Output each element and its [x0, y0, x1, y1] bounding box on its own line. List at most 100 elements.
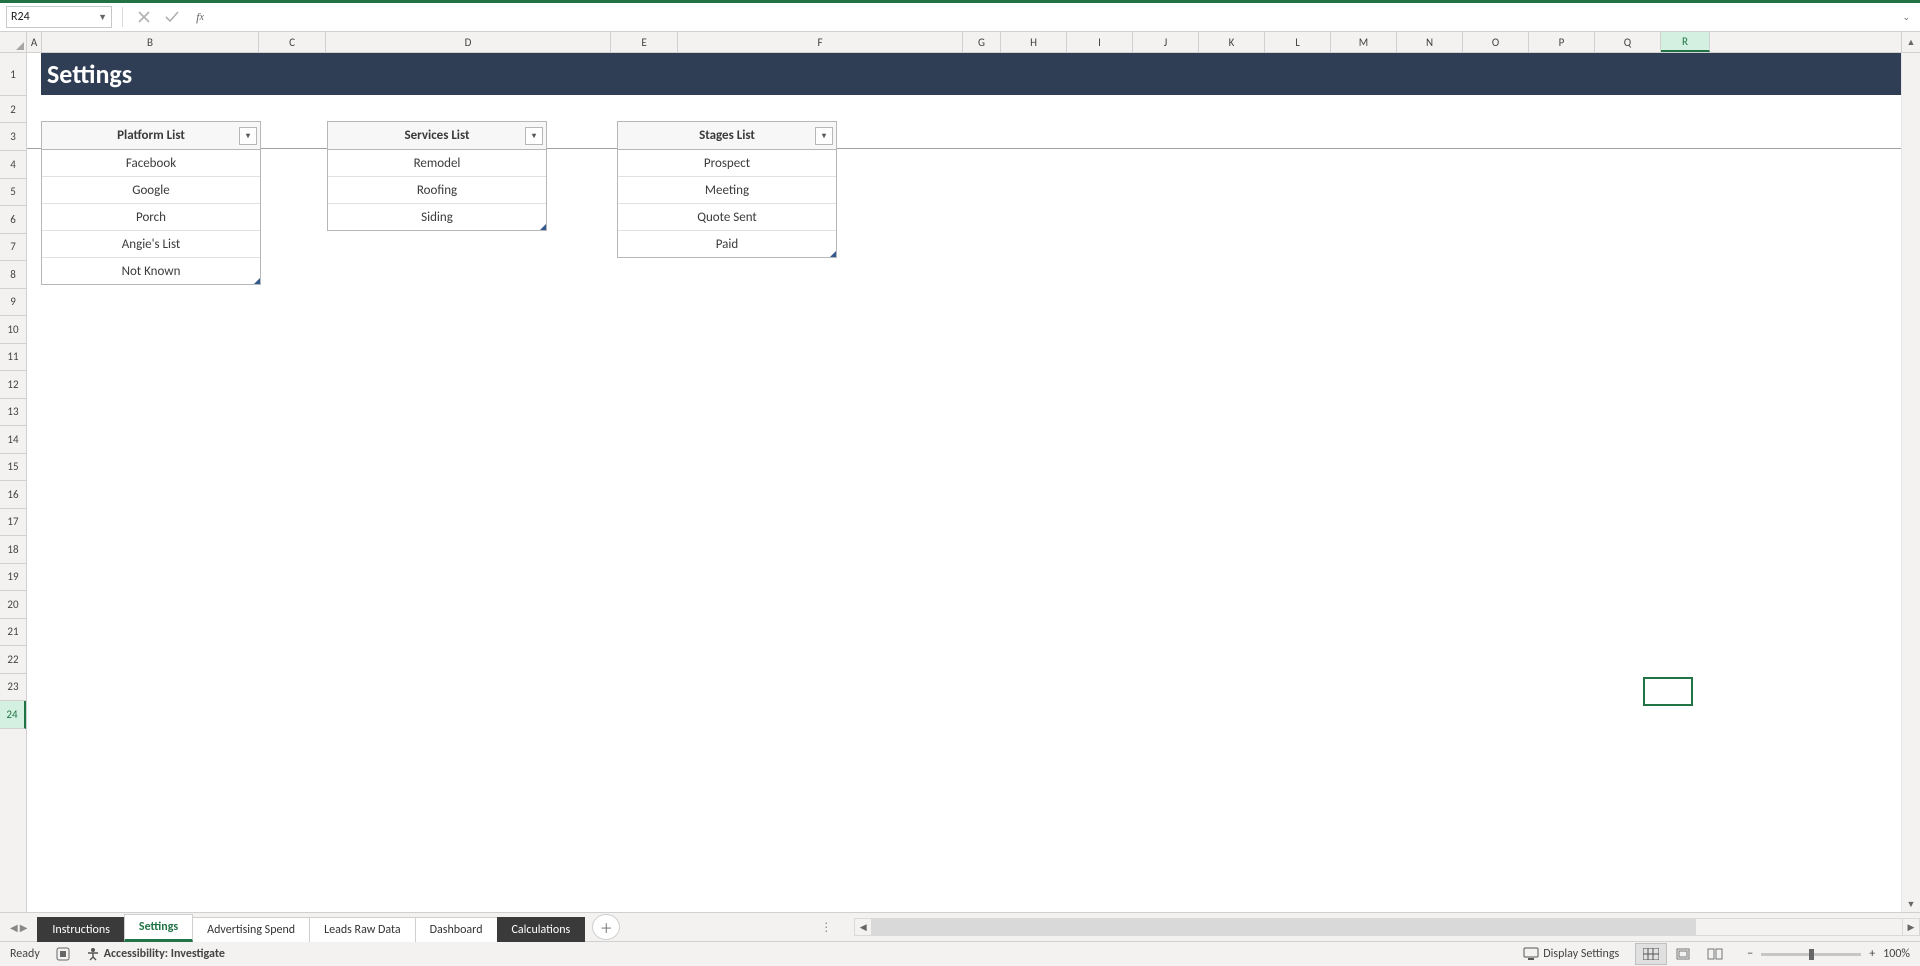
column-header-E[interactable]: E: [611, 32, 678, 52]
filter-dropdown-button[interactable]: ▾: [815, 127, 833, 145]
column-header-R[interactable]: R: [1661, 32, 1710, 52]
column-header-B[interactable]: B: [42, 32, 259, 52]
column-headers: ABCDEFGHIJKLMNOPQR ▲: [0, 32, 1920, 53]
row-header-20[interactable]: 20: [0, 591, 26, 619]
services-list-table: Services List▾RemodelRoofingSiding: [327, 121, 547, 231]
column-header-M[interactable]: M: [1331, 32, 1397, 52]
sheet-tab-instructions[interactable]: Instructions: [37, 917, 124, 942]
cells-canvas[interactable]: Settings Platform List▾FacebookGooglePor…: [27, 53, 1901, 912]
vertical-scrollbar[interactable]: ▼: [1901, 53, 1920, 912]
view-page-break-button[interactable]: [1699, 943, 1731, 965]
column-header-C[interactable]: C: [259, 32, 326, 52]
active-cell-outline: [1643, 677, 1693, 706]
column-header-L[interactable]: L: [1265, 32, 1331, 52]
column-header-G[interactable]: G: [963, 32, 1001, 52]
formula-expand-button[interactable]: ⌄: [1898, 12, 1914, 23]
cancel-formula-button[interactable]: [133, 6, 155, 28]
tab-nav-next-icon[interactable]: ▶: [20, 921, 28, 934]
table-header-label: Platform List: [117, 128, 185, 143]
sheet-tab-leads-raw-data[interactable]: Leads Raw Data: [309, 917, 416, 942]
row-header-11[interactable]: 11: [0, 344, 26, 372]
zoom-slider[interactable]: [1761, 953, 1861, 956]
sheet-tab-settings[interactable]: Settings: [124, 914, 193, 942]
table-row[interactable]: Quote Sent: [618, 204, 836, 231]
sheet-tab-calculations[interactable]: Calculations: [497, 917, 586, 942]
insert-function-button[interactable]: fx: [189, 6, 211, 28]
row-header-1[interactable]: 1: [0, 53, 26, 96]
table-row[interactable]: Facebook: [42, 150, 260, 177]
view-page-layout-button[interactable]: [1667, 943, 1699, 965]
hscroll-left-button[interactable]: ◀: [854, 918, 872, 936]
hscroll-thumb[interactable]: [872, 919, 1696, 935]
row-header-17[interactable]: 17: [0, 509, 26, 537]
accessibility-status[interactable]: Accessibility: Investigate: [86, 947, 225, 961]
add-sheet-button[interactable]: ＋: [592, 914, 620, 940]
table-row[interactable]: Prospect: [618, 150, 836, 177]
row-header-2[interactable]: 2: [0, 96, 26, 123]
row-header-14[interactable]: 14: [0, 426, 26, 454]
column-header-O[interactable]: O: [1463, 32, 1529, 52]
row-header-22[interactable]: 22: [0, 646, 26, 674]
column-header-F[interactable]: F: [678, 32, 963, 52]
table-row[interactable]: Porch: [42, 204, 260, 231]
row-header-7[interactable]: 7: [0, 234, 26, 262]
row-header-18[interactable]: 18: [0, 536, 26, 564]
formula-input[interactable]: [217, 6, 1892, 28]
select-all-corner[interactable]: [0, 32, 27, 52]
macro-record-icon[interactable]: [56, 947, 70, 961]
column-header-K[interactable]: K: [1199, 32, 1265, 52]
view-normal-button[interactable]: [1635, 943, 1667, 965]
name-box-dropdown-icon[interactable]: ▼: [98, 12, 107, 23]
row-header-16[interactable]: 16: [0, 481, 26, 509]
table-row[interactable]: Meeting: [618, 177, 836, 204]
row-header-13[interactable]: 13: [0, 399, 26, 427]
zoom-in-button[interactable]: +: [1869, 947, 1875, 961]
row-header-24[interactable]: 24: [0, 701, 26, 729]
column-header-Q[interactable]: Q: [1595, 32, 1661, 52]
row-header-5[interactable]: 5: [0, 179, 26, 207]
tab-nav-prev-icon[interactable]: ◀: [10, 921, 18, 934]
tab-nav[interactable]: ◀ ▶: [0, 921, 37, 934]
name-box[interactable]: R24 ▼: [6, 6, 112, 28]
column-header-N[interactable]: N: [1397, 32, 1463, 52]
row-header-23[interactable]: 23: [0, 674, 26, 702]
hscroll-right-button[interactable]: ▶: [1902, 918, 1920, 936]
row-header-12[interactable]: 12: [0, 371, 26, 399]
row-header-21[interactable]: 21: [0, 619, 26, 647]
row-header-10[interactable]: 10: [0, 316, 26, 344]
row-header-8[interactable]: 8: [0, 261, 26, 289]
column-header-A[interactable]: A: [27, 32, 42, 52]
scroll-down-button[interactable]: ▼: [1902, 896, 1920, 912]
sheet-tab-advertising-spend[interactable]: Advertising Spend: [192, 917, 310, 942]
row-header-4[interactable]: 4: [0, 151, 26, 179]
column-header-D[interactable]: D: [326, 32, 611, 52]
confirm-formula-button[interactable]: [161, 6, 183, 28]
table-row[interactable]: Angie's List: [42, 231, 260, 258]
table-row[interactable]: Roofing: [328, 177, 546, 204]
row-header-6[interactable]: 6: [0, 206, 26, 234]
row-header-15[interactable]: 15: [0, 454, 26, 482]
row-header-9[interactable]: 9: [0, 289, 26, 317]
table-row[interactable]: Not Known: [42, 258, 260, 284]
display-settings-button[interactable]: Display Settings: [1523, 947, 1619, 961]
tabstrip-splitter[interactable]: ⋮: [820, 920, 834, 935]
hscroll-track[interactable]: [872, 918, 1902, 936]
filter-dropdown-button[interactable]: ▾: [525, 127, 543, 145]
platform-list-table: Platform List ▾ FacebookGooglePorchAngie's…: [41, 121, 261, 285]
table-row[interactable]: Google: [42, 177, 260, 204]
filter-dropdown-button[interactable]: ▾: [239, 127, 257, 145]
column-header-H[interactable]: H: [1001, 32, 1067, 52]
zoom-slider-handle[interactable]: [1809, 949, 1814, 960]
row-header-19[interactable]: 19: [0, 564, 26, 592]
horizontal-scrollbar[interactable]: ◀ ▶: [854, 918, 1920, 936]
scroll-up-button[interactable]: ▲: [1901, 32, 1920, 52]
table-row[interactable]: Paid: [618, 231, 836, 257]
zoom-out-button[interactable]: −: [1747, 947, 1753, 961]
table-row[interactable]: Siding: [328, 204, 546, 230]
row-header-3[interactable]: 3: [0, 123, 26, 151]
table-row[interactable]: Remodel: [328, 150, 546, 177]
column-header-I[interactable]: I: [1067, 32, 1133, 52]
sheet-tab-dashboard[interactable]: Dashboard: [415, 917, 498, 942]
column-header-P[interactable]: P: [1529, 32, 1595, 52]
column-header-J[interactable]: J: [1133, 32, 1199, 52]
